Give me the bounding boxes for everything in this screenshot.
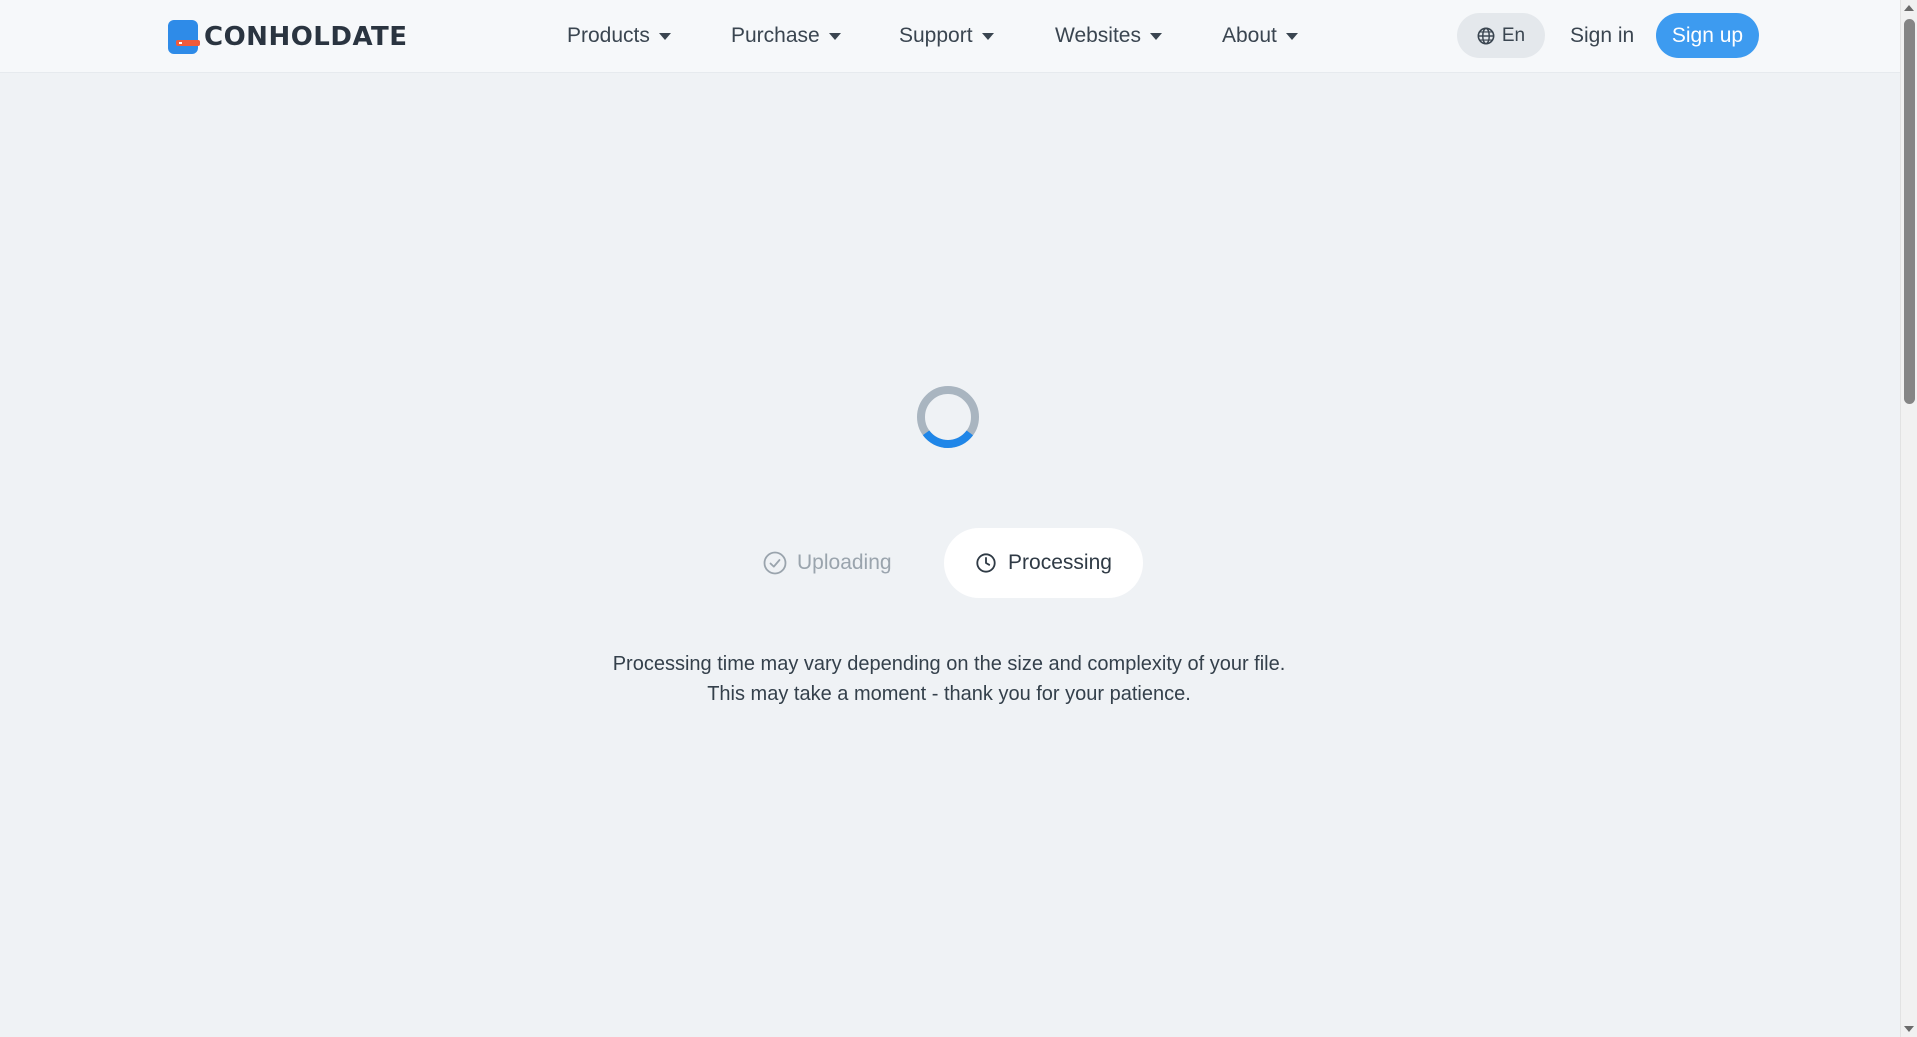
language-label: En <box>1501 24 1526 46</box>
sign-up-button[interactable]: Sign up <box>1656 13 1759 58</box>
step-processing-label: Processing <box>1008 551 1112 574</box>
nav-about-label: About <box>1222 24 1277 47</box>
nav-purchase-label: Purchase <box>731 24 820 47</box>
caret-down-icon <box>1285 32 1298 40</box>
step-processing: Processing <box>944 528 1143 598</box>
caret-down-icon <box>1149 32 1162 40</box>
nav-support[interactable]: Support <box>899 22 994 50</box>
globe-icon <box>1477 27 1495 44</box>
page-scrollbar[interactable] <box>1900 0 1917 1037</box>
scroll-down-arrow-icon[interactable] <box>1904 1026 1914 1032</box>
caret-down-icon <box>981 32 994 40</box>
nav-websites-label: Websites <box>1055 24 1141 47</box>
nav-purchase[interactable]: Purchase <box>731 22 841 50</box>
nav-products-label: Products <box>567 24 650 47</box>
caret-down-icon <box>658 32 671 40</box>
sign-in-link[interactable]: Sign in <box>1570 21 1634 51</box>
nav-websites[interactable]: Websites <box>1055 22 1162 50</box>
step-uploading-label: Uploading <box>797 551 892 574</box>
top-navigation-bar: CONHOLDATE Products Purchase Support Web… <box>0 0 1900 73</box>
nav-about[interactable]: About <box>1222 22 1298 50</box>
nav-support-label: Support <box>899 24 973 47</box>
scrollbar-thumb[interactable] <box>1904 19 1915 404</box>
nav-products[interactable]: Products <box>567 22 671 50</box>
processing-message-line-1: Processing time may vary depending on th… <box>612 653 1286 675</box>
processing-message: Processing time may vary depending on th… <box>0 649 1898 709</box>
processing-message-line-2: This may take a moment - thank you for y… <box>707 683 1191 705</box>
caret-down-icon <box>828 32 841 40</box>
clock-icon <box>976 553 996 573</box>
logo-text: CONHOLDATE <box>204 22 408 52</box>
conholdate-logo[interactable]: CONHOLDATE <box>168 19 408 55</box>
check-circle-icon <box>763 551 787 575</box>
step-uploading: Uploading <box>763 547 892 579</box>
scroll-up-arrow-icon[interactable] <box>1904 5 1914 11</box>
language-selector[interactable]: En <box>1457 13 1545 58</box>
progress-steps: Uploading Processing <box>0 528 1900 598</box>
conholdate-logo-icon <box>168 20 200 54</box>
loading-spinner <box>917 386 979 448</box>
